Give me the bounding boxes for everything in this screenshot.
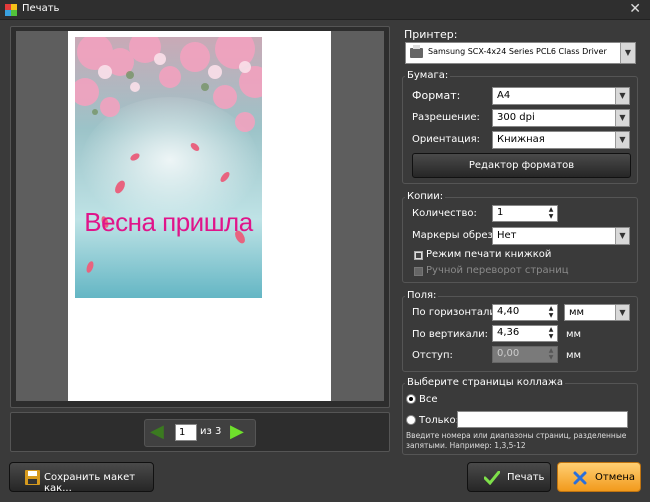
unit-select[interactable]: мм ▼ [564, 304, 630, 321]
horizontal-stepper[interactable]: 4,40 ▲ ▼ [492, 304, 558, 321]
chevron-down-icon: ▼ [615, 88, 629, 104]
format-label: Формат: [412, 89, 461, 102]
printer-select[interactable]: Samsung SCX-4x24 Series PCL6 Class Drive… [405, 42, 636, 64]
margins-title: Поля: [405, 290, 439, 301]
horizontal-label: По горизонтали: [412, 307, 500, 318]
close-icon[interactable]: ✕ [629, 1, 641, 17]
page-number-input[interactable] [175, 424, 197, 441]
booklet-label: Режим печати книжкой [426, 249, 552, 260]
chevron-down-icon: ▼ [615, 305, 629, 320]
printer-icon [410, 45, 423, 58]
printer-label: Принтер: [404, 28, 458, 41]
spin-arrows-icon[interactable]: ▲ ▼ [546, 347, 556, 362]
copies-count-label: Количество: [412, 208, 477, 219]
crop-marks-select[interactable]: Нет ▼ [492, 227, 630, 245]
crop-marks-value: Нет [497, 230, 517, 241]
resolution-label: Разрешение: [412, 112, 480, 123]
floppy-disk-icon [25, 470, 40, 485]
photo-image [75, 37, 262, 298]
save-layout-button[interactable]: Сохранить макет как... [9, 462, 154, 494]
vertical-stepper[interactable]: 4,36 ▲ ▼ [492, 325, 558, 342]
chevron-down-icon: ▼ [615, 110, 629, 126]
collage-pages-hint: Введите номера или диапазоны страниц, ра… [406, 431, 627, 450]
spin-arrows-icon[interactable]: ▲ ▼ [546, 326, 556, 341]
horizontal-value: 4,40 [497, 306, 520, 317]
all-pages-label: Все [419, 394, 438, 405]
print-label: Печать [507, 472, 545, 483]
manual-flip-checkbox[interactable] [414, 267, 423, 276]
chevron-down-icon: ▼ [615, 132, 629, 148]
spin-arrows-icon[interactable]: ▲ ▼ [546, 206, 556, 221]
save-layout-label: Сохранить макет как... [44, 472, 136, 494]
copies-count-value: 1 [497, 207, 504, 218]
format-editor-button[interactable]: Редактор форматов [412, 153, 631, 178]
unit-value: мм [569, 307, 585, 318]
vertical-unit: мм [566, 329, 582, 340]
indent-stepper[interactable]: 0,00 ▲ ▼ [492, 346, 558, 363]
preview-photo: Весна пришла [75, 37, 262, 298]
orientation-value: Книжная [497, 134, 545, 145]
photo-caption: Весна пришла [84, 207, 253, 237]
copies-count-stepper[interactable]: 1 ▲ ▼ [492, 205, 558, 222]
paper-title: Бумага: [405, 70, 451, 81]
cancel-button[interactable]: Отмена [557, 462, 641, 492]
spin-arrows-icon[interactable]: ▲ ▼ [546, 305, 556, 320]
only-pages-radio[interactable] [406, 415, 416, 425]
title-bar: Печать ✕ [0, 0, 650, 20]
orientation-label: Ориентация: [412, 134, 481, 145]
cancel-label: Отмена [595, 472, 636, 483]
only-pages-input[interactable] [457, 411, 628, 428]
format-select[interactable]: A4 ▼ [492, 87, 630, 105]
chevron-down-icon: ▼ [615, 228, 629, 244]
orientation-select[interactable]: Книжная ▼ [492, 131, 630, 149]
all-pages-radio[interactable] [406, 394, 416, 404]
print-button[interactable]: Печать [467, 462, 551, 492]
page-count-label: из 3 [200, 426, 222, 437]
printer-value: Samsung SCX-4x24 Series PCL6 Class Drive… [428, 47, 607, 56]
indent-value: 0,00 [497, 348, 520, 359]
checkmark-icon [484, 471, 500, 485]
vertical-value: 4,36 [497, 327, 520, 338]
format-value: A4 [497, 90, 511, 101]
indent-label: Отступ: [412, 350, 453, 361]
copies-title: Копии: [405, 191, 446, 202]
resolution-select[interactable]: 300 dpi ▼ [492, 109, 630, 127]
manual-flip-label: Ручной переворот страниц [426, 265, 569, 276]
app-icon [5, 4, 17, 16]
resolution-value: 300 dpi [497, 112, 535, 123]
arrow-left-icon[interactable]: ◀ [150, 423, 164, 441]
window-title: Печать [22, 3, 60, 14]
arrow-right-icon[interactable]: ▶ [230, 423, 244, 441]
booklet-checkbox[interactable] [414, 251, 423, 260]
only-pages-label: Только: [419, 415, 460, 426]
chevron-down-icon: ▼ [620, 43, 635, 63]
collage-pages-title: Выберите страницы коллажа [405, 377, 566, 388]
vertical-label: По вертикали: [412, 329, 488, 340]
indent-unit: мм [566, 350, 582, 361]
x-icon [573, 471, 587, 485]
